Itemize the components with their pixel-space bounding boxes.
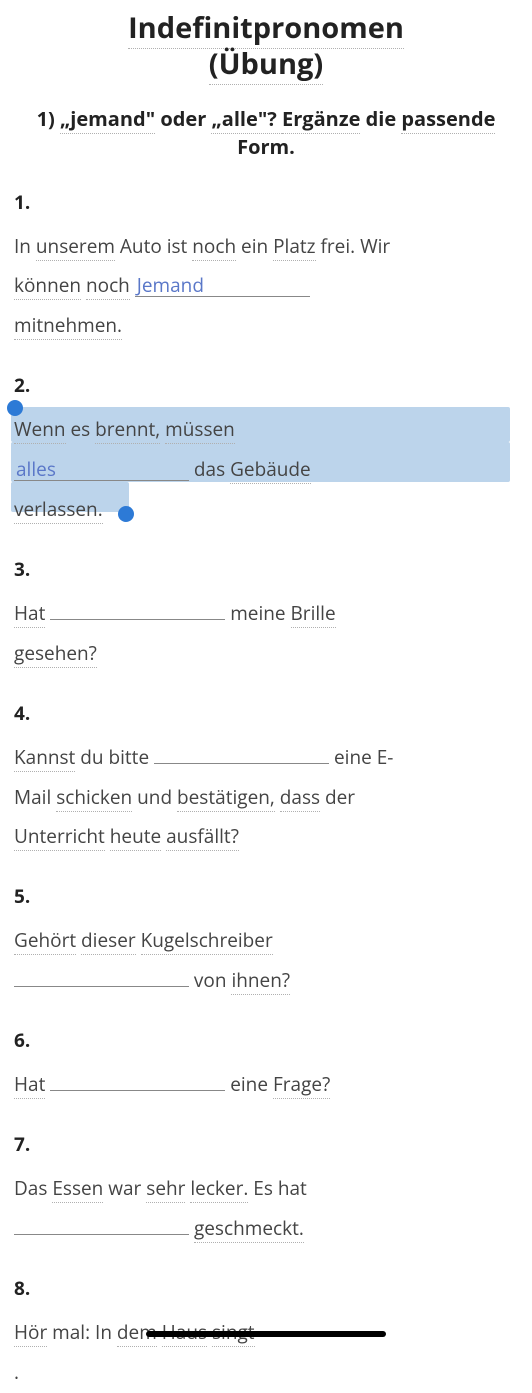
title-line2: (Übung) (209, 44, 323, 85)
title-line1: Indefinitpronomen (128, 8, 404, 49)
question-text: Wenn es brennt, müssen alles das Gebäude… (14, 410, 518, 530)
instr-word: „alle"? (211, 105, 282, 134)
question-7: 7. Das Essen war sehr lecker. Es hat ges… (14, 1131, 518, 1249)
instr-num: 1) (37, 105, 60, 132)
worksheet-content: Indefinitpronomen (Übung) 1) „jemand" od… (0, 0, 532, 1393)
answer-blank[interactable] (14, 1212, 189, 1235)
answer-blank[interactable]: Jemand (135, 274, 310, 297)
question-text: Hör mal: In dem Haus singt . (14, 1313, 518, 1393)
question-text: Kannst du bitte eine E- Mail schicken un… (14, 738, 518, 858)
answer-blank[interactable] (50, 1068, 225, 1091)
question-number: 3. (14, 556, 518, 582)
question-number: 1. (14, 189, 518, 215)
question-number: 5. (14, 883, 518, 909)
instr-word: passende (401, 105, 495, 134)
instr-word: „jemand" (60, 105, 155, 134)
question-number: 8. (14, 1275, 518, 1301)
question-5: 5. Gehört dieser Kugelschreiber von ihne… (14, 883, 518, 1001)
question-number: 2. (14, 372, 518, 398)
question-6: 6. Hat eine Frage? (14, 1027, 518, 1105)
question-text: Hat eine Frage? (14, 1065, 518, 1105)
answer-blank[interactable]: alles (14, 458, 189, 481)
question-1: 1. In unserem Auto ist noch ein Platz fr… (14, 189, 518, 347)
instruction: 1) „jemand" oder „alle"? Ergänze die pas… (14, 105, 518, 161)
question-3: 3. Hat meine Brille gesehen? (14, 556, 518, 674)
question-4: 4. Kannst du bitte eine E- Mail schicken… (14, 700, 518, 858)
question-text: Gehört dieser Kugelschreiber von ihnen? (14, 921, 518, 1001)
page-title: Indefinitpronomen (Übung) (14, 10, 518, 83)
question-text: Das Essen war sehr lecker. Es hat geschm… (14, 1169, 518, 1249)
question-text: Hat meine Brille gesehen? (14, 594, 518, 674)
question-number: 4. (14, 700, 518, 726)
answer-blank[interactable] (154, 741, 329, 764)
question-number: 7. (14, 1131, 518, 1157)
answer-blank[interactable] (50, 597, 225, 620)
question-2: 2. Wenn es brennt, müssen alles das Gebä… (14, 372, 518, 530)
home-indicator[interactable] (146, 1331, 386, 1337)
instr-text: die (360, 105, 401, 132)
instr-text: Form. (237, 133, 295, 160)
instr-text: oder (155, 105, 211, 132)
question-text: In unserem Auto ist noch ein Platz frei.… (14, 227, 518, 347)
question-number: 6. (14, 1027, 518, 1053)
answer-blank[interactable] (14, 964, 189, 987)
instr-word: Ergänze (282, 105, 360, 134)
